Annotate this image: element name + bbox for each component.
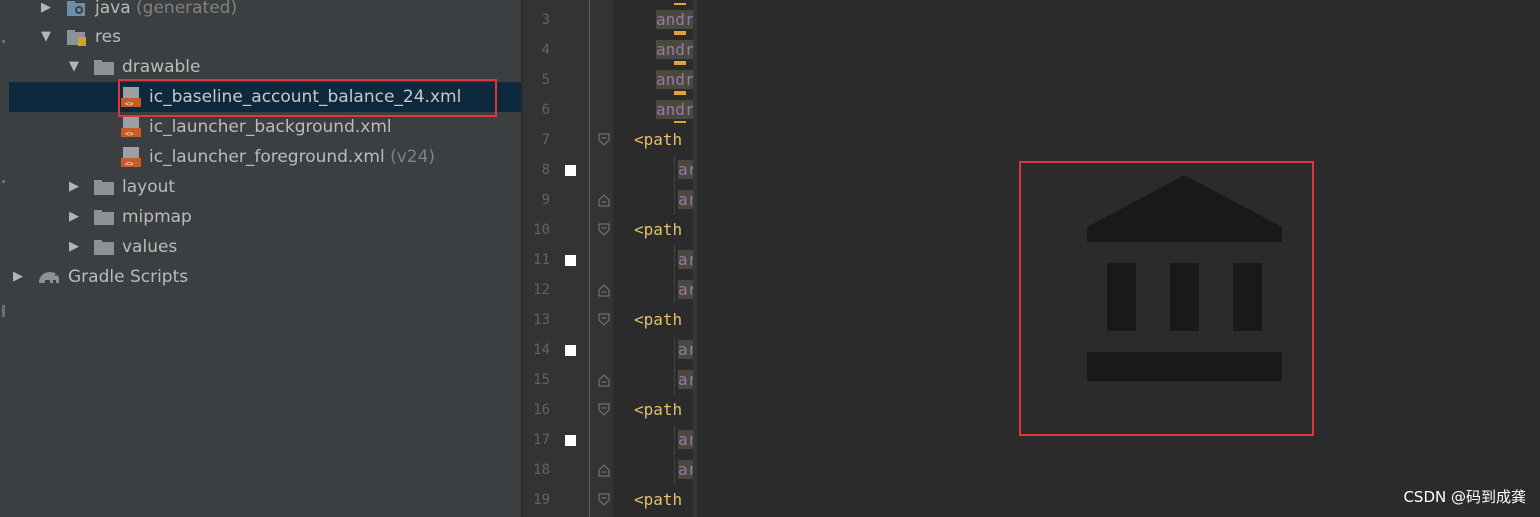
fold-close-icon[interactable] [598,283,610,297]
code-tag: <path [634,220,683,239]
watermark: CSDN @码到成龚 [1403,488,1526,506]
tree-item-layout[interactable]: ▶ layout [9,172,521,202]
code-attribute: andr [656,10,695,29]
expand-arrow-icon[interactable]: ▶ [65,232,83,262]
warning-underline [674,3,686,5]
expand-arrow-icon[interactable]: ▶ [65,202,83,232]
line-number: 6 [541,102,550,118]
xml-file-icon: <> [121,117,143,138]
line-number: 18 [533,462,550,478]
warning-underline [674,121,686,123]
line-number: 11 [533,252,550,268]
line-number: 4 [541,42,550,58]
strip-marker [2,305,5,317]
folder-icon [93,207,115,227]
tree-item-suffix: (v24) [390,147,436,167]
code-tag: <path [634,400,683,419]
folder-icon [93,237,115,257]
line-number: 19 [533,492,550,508]
tree-item-java[interactable]: ▶ java (generated) [9,0,521,23]
code-line: <path [634,125,682,155]
fold-open-icon[interactable] [598,223,610,237]
indent-guide [674,155,675,215]
line-number: 15 [533,372,550,388]
collapse-arrow-icon[interactable]: ▼ [37,22,55,52]
indent-guide [674,335,675,395]
tree-item-values[interactable]: ▶ values [9,232,521,262]
svg-text:<>: <> [125,160,133,167]
color-swatch-icon[interactable] [565,165,576,176]
account-balance-icon [1087,175,1282,381]
tree-item-label: mipmap [122,207,192,227]
gradle-elephant-icon [37,267,59,287]
tree-item-mipmap[interactable]: ▶ mipmap [9,202,521,232]
fold-open-icon[interactable] [598,403,610,417]
color-swatch-icon[interactable] [565,345,576,356]
line-number: 10 [533,222,550,238]
code-attribute: andr [656,100,695,119]
code-tag: <path [634,310,683,329]
line-number: 7 [541,132,550,148]
strip-marker [2,40,5,43]
tree-item-label: res [95,27,121,47]
color-swatch-icon[interactable] [565,435,576,446]
xml-file-icon: <> [121,147,143,168]
tree-item-ic-launcher-foreground[interactable]: <> ic_launcher_foreground.xml (v24) [9,142,521,172]
warning-underline [674,33,686,35]
drawable-preview-pane [697,0,1540,517]
java-generated-folder-icon [66,0,88,18]
line-number: 12 [533,282,550,298]
tree-item-label: java [95,0,131,18]
indent-guide [674,425,675,485]
code-line: <path [634,215,682,245]
line-number: 14 [533,342,550,358]
project-tree: ▶ java (generated) ▼ res ▼ drawable <> i… [9,0,521,517]
code-line: <path [634,485,682,515]
fold-close-icon[interactable] [598,373,610,387]
expand-arrow-icon[interactable]: ▶ [65,172,83,202]
expand-arrow-icon[interactable]: ▶ [37,0,55,23]
tree-item-label: ic_launcher_foreground.xml [149,147,385,167]
gutter-separator [589,0,590,517]
tree-item-drawable[interactable]: ▼ drawable [9,52,521,82]
warning-underline [674,63,686,65]
svg-text:<>: <> [125,130,133,137]
color-swatch-icon[interactable] [565,255,576,266]
code-line: <path [634,305,682,335]
tree-item-gradle-scripts[interactable]: ▶ Gradle Scripts [9,262,521,292]
code-line: <path [634,395,682,425]
collapse-arrow-icon[interactable]: ▼ [65,52,83,82]
highlight-box-file [118,79,497,117]
tree-item-res[interactable]: ▼ res [9,22,521,52]
folder-icon [93,177,115,197]
strip-marker [2,180,5,183]
code-tag: <path [634,130,683,149]
fold-open-icon[interactable] [598,133,610,147]
tree-item-label: layout [122,177,176,197]
fold-open-icon[interactable] [598,313,610,327]
warning-underline [674,93,686,95]
line-number: 13 [533,312,550,328]
fold-close-icon[interactable] [598,193,610,207]
line-number: 3 [541,12,550,28]
line-number: 8 [541,162,550,178]
line-number: 5 [541,72,550,88]
code-attribute: andr [656,40,695,59]
line-number: 17 [533,432,550,448]
code-tag: <path [634,490,683,509]
resource-folder-icon [66,27,88,47]
indent-guide [674,245,675,305]
line-number: 9 [541,192,550,208]
tree-item-label: drawable [122,57,201,77]
code-attribute: andr [656,70,695,89]
fold-open-icon[interactable] [598,493,610,507]
folder-icon [93,57,115,77]
tree-item-suffix: (generated) [136,0,238,18]
tree-item-label: Gradle Scripts [68,267,189,287]
expand-arrow-icon[interactable]: ▶ [9,262,27,292]
code-editor[interactable]: andr andr andr andr <path ar ar <path ar ar <path a… [613,0,697,517]
tree-item-label: values [122,237,178,257]
fold-close-icon[interactable] [598,463,610,477]
line-number: 16 [533,402,550,418]
